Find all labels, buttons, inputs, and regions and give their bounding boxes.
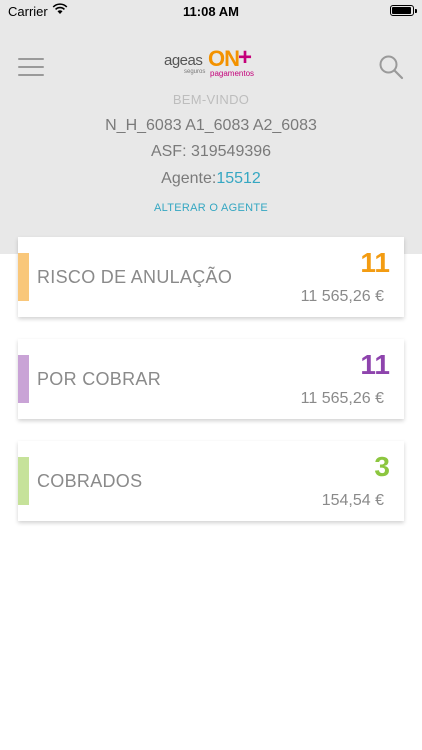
card-por-cobrar[interactable]: POR COBRAR 11 11 565,26 € xyxy=(18,339,404,419)
card-label: COBRADOS xyxy=(37,471,143,491)
battery-icon xyxy=(390,5,417,16)
asf-number: ASF: 319549396 xyxy=(150,143,272,160)
card-risco-anulacao[interactable]: RISCO DE ANULAÇÃO 11 11 565,26 € xyxy=(18,237,404,317)
status-bar: Carrier 11:08 AM xyxy=(0,0,422,22)
header: ageas seguros ON + pagamentos BEM-VINDO … xyxy=(0,22,422,254)
agent-line: Agente:15512 xyxy=(0,170,422,188)
app-logo: ageas seguros ON + pagamentos xyxy=(164,44,264,84)
agent-label: Agente: xyxy=(161,170,217,187)
card-color-bar xyxy=(18,457,29,505)
logo-plus: + xyxy=(238,44,253,71)
change-agent-link[interactable]: ALTERAR O AGENTE xyxy=(0,202,422,214)
card-cobrados[interactable]: COBRADOS 3 154,54 € xyxy=(18,441,404,521)
welcome-label: BEM-VINDO xyxy=(172,92,250,107)
agent-code-link[interactable]: 15512 xyxy=(216,170,261,187)
card-color-bar xyxy=(18,355,29,403)
card-label: POR COBRAR xyxy=(37,369,162,389)
card-label: RISCO DE ANULAÇÃO xyxy=(37,267,233,287)
card-count: 3 xyxy=(374,451,390,482)
search-icon[interactable] xyxy=(378,54,404,80)
logo-brand: ageas xyxy=(164,52,203,69)
logo-brand-sub: seguros xyxy=(184,69,206,75)
hamburger-menu-icon[interactable] xyxy=(18,58,44,78)
card-count: 11 xyxy=(360,247,390,278)
status-time: 11:08 AM xyxy=(183,4,239,19)
card-count: 11 xyxy=(360,349,390,380)
agent-names: N_H_6083 A1_6083 A2_6083 xyxy=(105,117,317,134)
card-color-bar xyxy=(18,253,29,301)
logo-product-sub: pagamentos xyxy=(210,69,255,78)
card-amount: 11 565,26 € xyxy=(300,390,384,407)
card-amount: 154,54 € xyxy=(321,492,384,509)
card-amount: 11 565,26 € xyxy=(300,288,384,305)
